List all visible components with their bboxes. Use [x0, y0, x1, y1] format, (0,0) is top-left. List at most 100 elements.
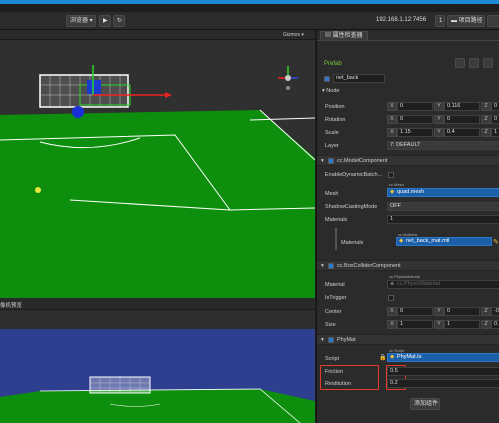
preview-header: 像机预览	[0, 298, 315, 310]
enable-dynamic-batch-checkbox[interactable]	[388, 172, 394, 178]
goal-net	[39, 74, 129, 108]
position-z-input[interactable]: 0	[491, 102, 499, 111]
scale-label: Scale	[325, 130, 339, 136]
materials-label: Materials	[325, 217, 348, 223]
tab-camera-preview[interactable]: 像机预览	[0, 301, 22, 309]
preview-field	[0, 389, 315, 423]
phymat-enabled-checkbox[interactable]	[328, 337, 334, 343]
axis-y-label: Y	[434, 320, 444, 329]
node-section-header[interactable]: ▾ Node	[322, 88, 339, 94]
triangle-down-icon: ▾	[321, 263, 324, 269]
project-path-button[interactable]: ▬ 项目路径	[447, 15, 485, 27]
light-object[interactable]	[35, 187, 41, 193]
editor-button[interactable]	[487, 15, 499, 27]
axis-x-label: X	[387, 320, 397, 329]
camera-preview-panel: 像机预览	[0, 298, 315, 423]
scene-canvas[interactable]	[0, 40, 315, 298]
folder-icon: ▬	[451, 18, 459, 24]
mesh-value: quad.mesh	[397, 189, 425, 195]
preview-canvas	[0, 329, 315, 423]
box-collider-header[interactable]: ▾ cc.BoxColliderComponent	[317, 260, 499, 271]
shadow-casting-label: ShadowCastingMode	[325, 204, 378, 210]
refresh-button[interactable]: ↻	[113, 15, 125, 27]
collider-material-field[interactable]: ◆ cc.PhysicMaterial	[387, 280, 499, 289]
restitution-label: Restitution	[325, 381, 351, 387]
inspector-icon: ▤	[325, 33, 333, 39]
position-x-input[interactable]: 0	[397, 102, 433, 111]
gizmo-x-arrow[interactable]	[165, 92, 172, 98]
restitution-input[interactable]: 0.2	[387, 379, 499, 388]
axis-z-label: Z	[481, 115, 491, 124]
script-asset-field[interactable]: ◆ PhyMat.ts	[387, 353, 499, 362]
istrigger-checkbox[interactable]	[388, 295, 394, 301]
rotation-x-input[interactable]: 0	[397, 115, 433, 124]
script-icon: ◆	[390, 354, 395, 360]
pencil-icon[interactable]: ✎	[493, 238, 499, 246]
axis-y-label: Y	[434, 102, 444, 111]
physic-material-type-tag: cc.PhysicMaterial	[389, 274, 421, 279]
axis-z-label: Z	[481, 320, 491, 329]
position-y-input[interactable]: 0.116	[444, 102, 480, 111]
mesh-icon: ◆	[390, 189, 395, 195]
phymat-title: PhyMat	[337, 337, 356, 343]
prefab-revert-button[interactable]	[455, 58, 465, 68]
phymat-header[interactable]: ▾ PhyMat	[317, 334, 499, 345]
add-component-button[interactable]: 添加组件	[410, 398, 440, 410]
node-active-checkbox[interactable]	[324, 76, 330, 82]
model-component-header[interactable]: ▾ cc.ModelComponent	[317, 155, 499, 166]
size-z-input[interactable]: 0.	[491, 320, 499, 329]
scale-z-input[interactable]: 1	[491, 128, 499, 137]
gizmos-dropdown[interactable]: Gizmos ▾	[283, 32, 304, 38]
mesh-label: Mesh	[325, 191, 339, 197]
position-label: Position	[325, 104, 345, 110]
scene-toolbar: Gizmos ▾	[0, 30, 315, 40]
box-collider-title: cc.BoxColliderComponent	[337, 263, 401, 269]
main-toolbar: 浏览器 ▾ ▶ ↻ 192.168.1.12:7456 1 ▬ 项目路径	[0, 12, 499, 30]
ball-object[interactable]	[72, 106, 84, 118]
triangle-down-icon: ▾	[321, 158, 324, 164]
materials-count-input[interactable]: 1	[387, 215, 499, 224]
device-count-badge[interactable]: 1	[435, 15, 445, 27]
rotation-y-input[interactable]: 0	[444, 115, 480, 124]
axis-y-label: Y	[434, 307, 444, 316]
size-y-input[interactable]: 1	[444, 320, 480, 329]
scale-y-input[interactable]: 0.4	[444, 128, 480, 137]
center-y-input[interactable]: 0	[444, 307, 480, 316]
play-button[interactable]: ▶	[99, 15, 111, 27]
scene-view[interactable]: Gizmos ▾	[0, 30, 315, 298]
browser-select[interactable]: 浏览器 ▾	[66, 15, 96, 27]
preview-ip-address[interactable]: 192.168.1.12:7456	[376, 17, 426, 23]
layer-select[interactable]: 7: DEFAULT	[387, 141, 499, 150]
axis-x-label: X	[387, 307, 397, 316]
axis-z-label: Z	[481, 102, 491, 111]
axis-x-label: X	[387, 115, 397, 124]
node-section-label: Node	[326, 88, 340, 94]
selected-net-back[interactable]	[87, 80, 101, 94]
prefab-apply-button[interactable]	[483, 58, 493, 68]
friction-input[interactable]: 0.5	[387, 367, 499, 376]
size-x-input[interactable]: 1	[397, 320, 433, 329]
scale-x-input[interactable]: 1.15	[397, 128, 433, 137]
layer-label: Layer	[325, 143, 339, 149]
center-z-input[interactable]: -0.	[491, 307, 499, 316]
material-icon: ◆	[399, 238, 404, 244]
prefab-locate-button[interactable]	[469, 58, 479, 68]
triangle-down-icon: ▾	[321, 337, 324, 343]
indent-guide	[335, 228, 337, 250]
divider	[317, 40, 499, 41]
node-name-field[interactable]: net_back	[333, 74, 385, 83]
axis-x-label: X	[387, 128, 397, 137]
center-x-input[interactable]: 0	[397, 307, 433, 316]
rotation-z-input[interactable]: 0	[491, 115, 499, 124]
mesh-asset-field[interactable]: ◆ quad.mesh	[387, 188, 499, 197]
collider-enabled-checkbox[interactable]	[328, 263, 334, 269]
shadow-casting-select[interactable]: OFF	[387, 202, 499, 211]
model-enabled-checkbox[interactable]	[328, 158, 334, 164]
orientation-gizmo[interactable]	[278, 66, 298, 90]
tab-inspector[interactable]: ▤ 属性检查器	[320, 31, 368, 40]
friction-label: Friction	[325, 369, 344, 375]
material-asset-field[interactable]: ◆ net_back_mat.mtl	[396, 237, 492, 246]
axis-z-label: Z	[481, 128, 491, 137]
material-icon: ◆	[390, 281, 395, 287]
lock-icon: 🔒	[379, 355, 387, 361]
